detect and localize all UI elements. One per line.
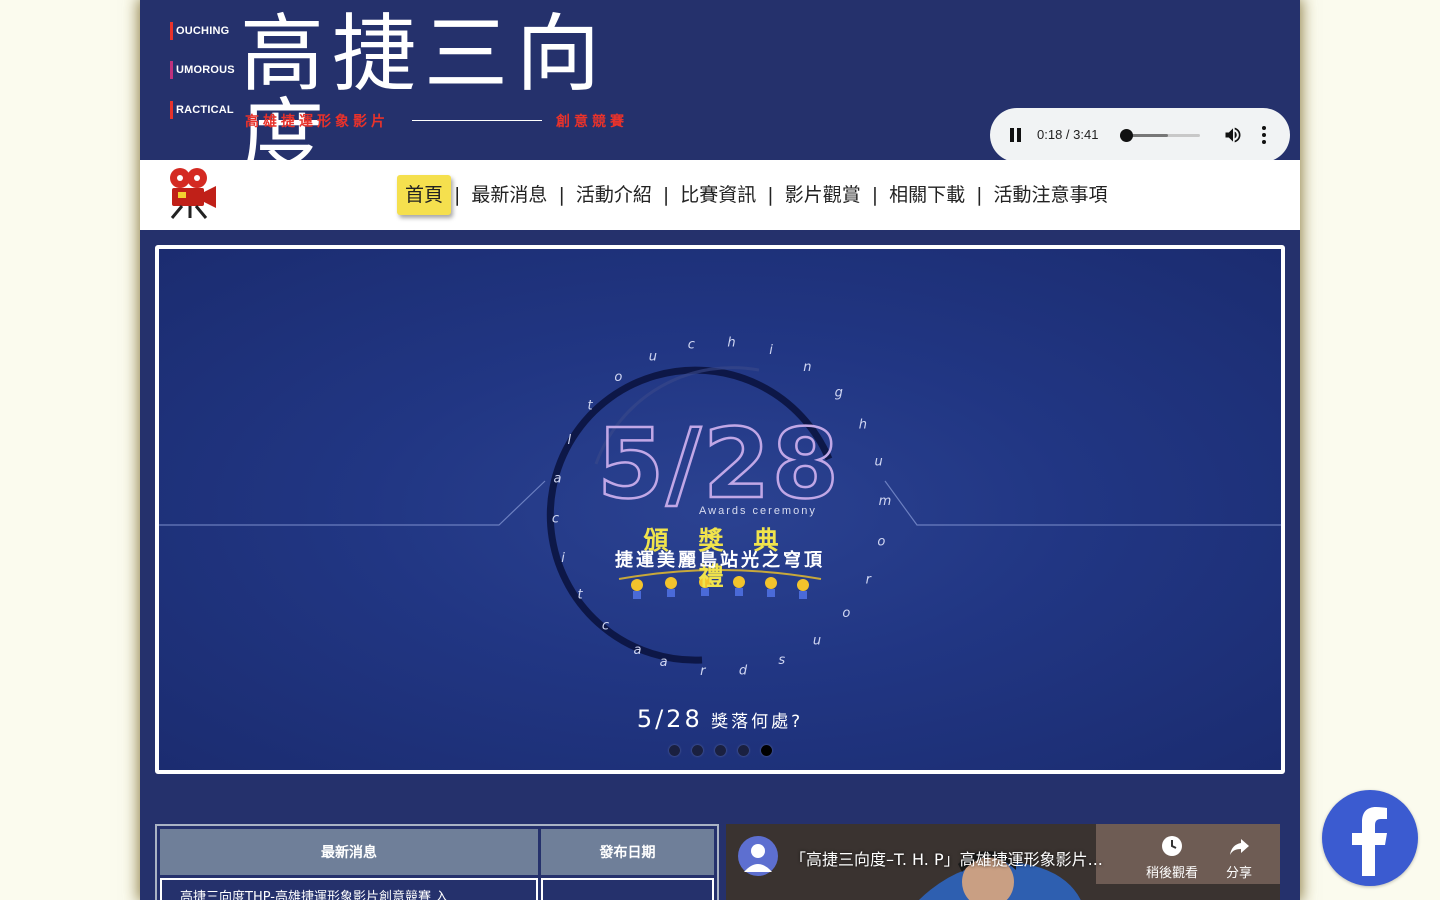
acronym-touching: OUCHING [170,22,229,40]
caption-text: 獎落何處? [711,712,804,732]
nav-separator: | [871,184,879,206]
page-container: OUCHING UMOROUS RACTICAL 高捷三向度 高雄捷運形象影片 … [140,0,1300,900]
facebook-icon [1352,807,1387,876]
ring-letter: c [602,619,609,634]
acronym-rest: UMOROUS [176,64,235,76]
nav-separator: | [976,184,983,206]
ring-letter: a [634,643,642,658]
news-header-date: 發布日期 [541,829,714,875]
ring-letter: n [803,360,811,375]
slider-dot[interactable] [737,745,749,756]
share-button[interactable]: 分享 [1226,834,1252,881]
watch-later-label: 稍後觀看 [1146,866,1199,881]
ring-letter: h [859,418,867,433]
ring-letter: o [614,370,622,385]
nav-item-downloads[interactable]: 相關下載 [881,175,973,215]
news-header-title: 最新消息 [160,829,538,875]
hero-slider[interactable]: 5/28 a c t i c a l t o u c h i n g h u m o r o u s d r a Awards c… [155,245,1285,774]
logo-divider [412,120,542,121]
ring-letter: g [835,385,843,400]
nav-item-videos[interactable]: 影片觀賞 [777,175,869,215]
audio-seek-handle[interactable] [1120,129,1134,142]
date-graphic: 5/28 [597,408,840,520]
acronym-humorous: UMOROUS [170,61,235,79]
share-label: 分享 [1226,866,1253,881]
logo-title: 高捷三向度 [240,5,609,187]
nav-item-contest-info[interactable]: 比賽資訊 [672,175,764,215]
news-table: 最新消息 發布日期 高捷三向度THP-高雄捷運形象影片創意競賽 入 [157,826,717,900]
audio-seek-bar[interactable] [1120,129,1200,142]
ring-letter: s [778,653,785,668]
audio-time: 0:18 / 3:41 [1037,127,1099,142]
ring-letter: t [587,398,593,413]
watch-later-button[interactable]: 稍後觀看 [1146,834,1198,881]
ring-letter: i [769,343,773,358]
nav-separator: | [767,184,774,206]
site-logo[interactable]: OUCHING UMOROUS RACTICAL 高捷三向度 高雄捷運形象影片 … [170,12,640,180]
news-date-cell [541,878,714,900]
ring-letter: l [567,433,571,448]
ring-letter: c [688,338,695,353]
video-title[interactable]: 「高捷三向度–T. H. P」高雄捷運形象影片... [790,846,1103,870]
ring-letter: h [727,335,735,350]
ring-letter: m [879,494,892,509]
caption-date: 5/28 [636,705,703,733]
ceremony-subtitle: 捷運美麗島站光之穹頂 [615,550,825,571]
ring-letter: o [842,606,850,621]
logo-subtitle: 高雄捷運形象影片 [245,114,389,130]
nav-item-home[interactable]: 首頁 [397,175,452,215]
site-header: OUCHING UMOROUS RACTICAL 高捷三向度 高雄捷運形象影片 … [140,0,1300,180]
ring-letter: r [700,664,707,679]
acronym-practical: RACTICAL [170,101,234,119]
volume-icon[interactable] [1222,125,1244,145]
film-camera-icon[interactable] [164,164,220,220]
news-table-panel: 最新消息 發布日期 高捷三向度THP-高雄捷運形象影片創意競賽 入 [155,824,719,900]
nav-separator: | [558,184,565,206]
ring-letter: r [866,572,873,587]
nav-item-news[interactable]: 最新消息 [463,175,555,215]
ring-letter: u [874,455,882,470]
slide-caption: 5/28 獎落何處? [159,705,1281,733]
channel-avatar[interactable] [738,836,778,876]
youtube-embed[interactable]: 「高捷三向度–T. H. P」高雄捷運形象影片... 稍後觀看 分享 [726,824,1280,900]
ring-letter: u [813,634,821,649]
nav-item-about[interactable]: 活動介紹 [568,175,660,215]
facebook-button[interactable] [1322,790,1418,886]
pause-icon[interactable] [1009,128,1023,142]
nav-item-notices[interactable]: 活動注意事項 [986,175,1116,215]
slider-dot[interactable] [760,745,772,756]
slider-dot[interactable] [668,745,680,756]
nav-separator: | [454,184,461,206]
ring-letter: a [554,471,562,486]
ring-letter: a [660,655,668,670]
nav-menu: 首頁 | 最新消息 | 活動介紹 | 比賽資訊 | 影片觀賞 | 相關下載 | … [397,173,1116,217]
ring-letter: t [578,587,584,602]
slider-dots [159,745,1281,756]
ring-letter: c [552,512,559,527]
main-nav: 首頁 | 最新消息 | 活動介紹 | 比賽資訊 | 影片觀賞 | 相關下載 | … [140,160,1300,230]
acronym-rest: OUCHING [176,25,230,37]
ring-letter: o [877,534,885,549]
news-title-cell[interactable]: 高捷三向度THP-高雄捷運形象影片創意競賽 入 [160,878,538,900]
slider-dot[interactable] [691,745,703,756]
ring-letter: d [739,663,748,678]
more-vertical-icon[interactable] [1260,125,1268,145]
acronym-rest: RACTICAL [176,104,234,116]
audio-player: 0:18 / 3:41 [990,108,1290,162]
slider-dot[interactable] [714,745,726,756]
logo-subtitle-right: 創意競賽 [556,114,628,130]
nav-separator: | [662,184,670,206]
table-row[interactable]: 高捷三向度THP-高雄捷運形象影片創意競賽 入 [160,878,714,900]
share-icon [1230,839,1249,855]
clock-icon [1162,836,1182,856]
awards-english-label: Awards ceremony [699,505,817,517]
ring-letter: u [649,349,657,364]
ring-letter: i [561,551,565,566]
